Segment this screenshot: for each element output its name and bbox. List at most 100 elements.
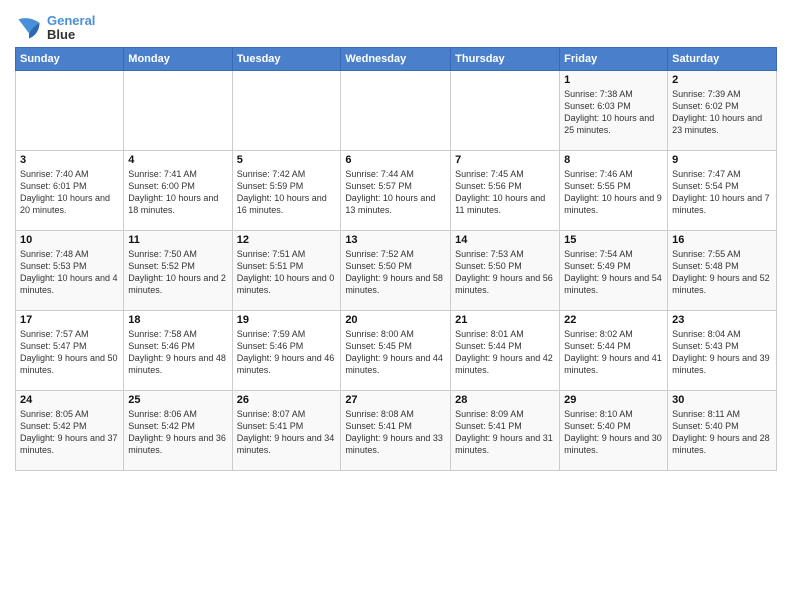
day-number: 7 — [455, 154, 555, 166]
calendar-cell — [232, 70, 341, 150]
calendar-cell: 8 Sunrise: 7:46 AMSunset: 5:55 PMDaylight… — [560, 150, 668, 230]
day-number: 5 — [237, 154, 337, 166]
day-info: Sunrise: 7:51 AMSunset: 5:51 PMDaylight:… — [237, 248, 337, 297]
logo: General Blue — [15, 14, 95, 43]
day-number: 29 — [564, 394, 663, 406]
day-info: Sunrise: 7:54 AMSunset: 5:49 PMDaylight:… — [564, 248, 663, 297]
weekday-header-tuesday: Tuesday — [232, 47, 341, 70]
calendar-cell: 24 Sunrise: 8:05 AMSunset: 5:42 PMDayligh… — [16, 390, 124, 470]
calendar-week-3: 17 Sunrise: 7:57 AMSunset: 5:47 PMDayligh… — [16, 310, 777, 390]
day-number: 11 — [128, 234, 227, 246]
calendar-week-1: 3 Sunrise: 7:40 AMSunset: 6:01 PMDaylight… — [16, 150, 777, 230]
day-info: Sunrise: 7:52 AMSunset: 5:50 PMDaylight:… — [345, 248, 446, 297]
day-info: Sunrise: 8:09 AMSunset: 5:41 PMDaylight:… — [455, 408, 555, 457]
calendar-week-2: 10 Sunrise: 7:48 AMSunset: 5:53 PMDayligh… — [16, 230, 777, 310]
day-number: 15 — [564, 234, 663, 246]
calendar-cell: 27 Sunrise: 8:08 AMSunset: 5:41 PMDayligh… — [341, 390, 451, 470]
day-info: Sunrise: 7:39 AMSunset: 6:02 PMDaylight:… — [672, 88, 772, 137]
calendar-cell: 25 Sunrise: 8:06 AMSunset: 5:42 PMDayligh… — [124, 390, 232, 470]
calendar-cell: 11 Sunrise: 7:50 AMSunset: 5:52 PMDayligh… — [124, 230, 232, 310]
calendar-cell: 5 Sunrise: 7:42 AMSunset: 5:59 PMDaylight… — [232, 150, 341, 230]
day-number: 27 — [345, 394, 446, 406]
calendar-cell: 7 Sunrise: 7:45 AMSunset: 5:56 PMDaylight… — [451, 150, 560, 230]
calendar-cell: 4 Sunrise: 7:41 AMSunset: 6:00 PMDaylight… — [124, 150, 232, 230]
day-info: Sunrise: 7:58 AMSunset: 5:46 PMDaylight:… — [128, 328, 227, 377]
day-info: Sunrise: 8:11 AMSunset: 5:40 PMDaylight:… — [672, 408, 772, 457]
day-info: Sunrise: 8:05 AMSunset: 5:42 PMDaylight:… — [20, 408, 119, 457]
day-number: 1 — [564, 74, 663, 86]
day-info: Sunrise: 8:01 AMSunset: 5:44 PMDaylight:… — [455, 328, 555, 377]
day-number: 20 — [345, 314, 446, 326]
calendar-cell: 28 Sunrise: 8:09 AMSunset: 5:41 PMDayligh… — [451, 390, 560, 470]
calendar-cell: 13 Sunrise: 7:52 AMSunset: 5:50 PMDayligh… — [341, 230, 451, 310]
day-number: 12 — [237, 234, 337, 246]
calendar-cell: 1 Sunrise: 7:38 AMSunset: 6:03 PMDaylight… — [560, 70, 668, 150]
weekday-header-sunday: Sunday — [16, 47, 124, 70]
logo-text: General Blue — [47, 14, 95, 43]
calendar-cell — [16, 70, 124, 150]
day-number: 17 — [20, 314, 119, 326]
day-number: 22 — [564, 314, 663, 326]
calendar-cell: 3 Sunrise: 7:40 AMSunset: 6:01 PMDaylight… — [16, 150, 124, 230]
day-number: 2 — [672, 74, 772, 86]
day-number: 23 — [672, 314, 772, 326]
calendar-cell: 18 Sunrise: 7:58 AMSunset: 5:46 PMDayligh… — [124, 310, 232, 390]
day-info: Sunrise: 8:02 AMSunset: 5:44 PMDaylight:… — [564, 328, 663, 377]
page-container: General Blue SundayMondayTuesdayWednesda… — [0, 0, 792, 481]
day-info: Sunrise: 8:06 AMSunset: 5:42 PMDaylight:… — [128, 408, 227, 457]
calendar-week-4: 24 Sunrise: 8:05 AMSunset: 5:42 PMDayligh… — [16, 390, 777, 470]
calendar-cell: 22 Sunrise: 8:02 AMSunset: 5:44 PMDayligh… — [560, 310, 668, 390]
day-number: 14 — [455, 234, 555, 246]
day-info: Sunrise: 7:48 AMSunset: 5:53 PMDaylight:… — [20, 248, 119, 297]
day-info: Sunrise: 7:59 AMSunset: 5:46 PMDaylight:… — [237, 328, 337, 377]
calendar-cell — [341, 70, 451, 150]
day-number: 16 — [672, 234, 772, 246]
day-number: 4 — [128, 154, 227, 166]
day-info: Sunrise: 7:45 AMSunset: 5:56 PMDaylight:… — [455, 168, 555, 217]
header: General Blue — [15, 10, 777, 43]
day-info: Sunrise: 7:41 AMSunset: 6:00 PMDaylight:… — [128, 168, 227, 217]
day-number: 18 — [128, 314, 227, 326]
day-number: 30 — [672, 394, 772, 406]
day-info: Sunrise: 7:42 AMSunset: 5:59 PMDaylight:… — [237, 168, 337, 217]
calendar-cell: 12 Sunrise: 7:51 AMSunset: 5:51 PMDayligh… — [232, 230, 341, 310]
day-number: 6 — [345, 154, 446, 166]
calendar-cell: 19Sunrise: 7:59 AMSunset: 5:46 PMDayligh… — [232, 310, 341, 390]
weekday-header-wednesday: Wednesday — [341, 47, 451, 70]
day-info: Sunrise: 8:00 AMSunset: 5:45 PMDaylight:… — [345, 328, 446, 377]
day-info: Sunrise: 8:08 AMSunset: 5:41 PMDaylight:… — [345, 408, 446, 457]
day-number: 13 — [345, 234, 446, 246]
day-number: 21 — [455, 314, 555, 326]
day-number: 3 — [20, 154, 119, 166]
day-number: 25 — [128, 394, 227, 406]
calendar: SundayMondayTuesdayWednesdayThursdayFrid… — [15, 47, 777, 471]
day-info: Sunrise: 7:50 AMSunset: 5:52 PMDaylight:… — [128, 248, 227, 297]
calendar-cell: 29 Sunrise: 8:10 AMSunset: 5:40 PMDayligh… — [560, 390, 668, 470]
day-number: 28 — [455, 394, 555, 406]
day-number: 8 — [564, 154, 663, 166]
day-info: Sunrise: 7:40 AMSunset: 6:01 PMDaylight:… — [20, 168, 119, 217]
calendar-body: 1 Sunrise: 7:38 AMSunset: 6:03 PMDaylight… — [16, 70, 777, 470]
calendar-cell: 30 Sunrise: 8:11 AMSunset: 5:40 PMDayligh… — [668, 390, 777, 470]
day-info: Sunrise: 7:46 AMSunset: 5:55 PMDaylight:… — [564, 168, 663, 217]
day-info: Sunrise: 7:44 AMSunset: 5:57 PMDaylight:… — [345, 168, 446, 217]
weekday-row: SundayMondayTuesdayWednesdayThursdayFrid… — [16, 47, 777, 70]
day-info: Sunrise: 8:10 AMSunset: 5:40 PMDaylight:… — [564, 408, 663, 457]
calendar-header: SundayMondayTuesdayWednesdayThursdayFrid… — [16, 47, 777, 70]
logo-icon — [15, 14, 43, 42]
calendar-cell — [124, 70, 232, 150]
day-info: Sunrise: 7:57 AMSunset: 5:47 PMDaylight:… — [20, 328, 119, 377]
calendar-week-0: 1 Sunrise: 7:38 AMSunset: 6:03 PMDaylight… — [16, 70, 777, 150]
calendar-cell: 9Sunrise: 7:47 AMSunset: 5:54 PMDaylight… — [668, 150, 777, 230]
day-number: 10 — [20, 234, 119, 246]
day-info: Sunrise: 7:53 AMSunset: 5:50 PMDaylight:… — [455, 248, 555, 297]
calendar-cell: 26Sunrise: 8:07 AMSunset: 5:41 PMDayligh… — [232, 390, 341, 470]
day-info: Sunrise: 7:55 AMSunset: 5:48 PMDaylight:… — [672, 248, 772, 297]
calendar-cell: 16 Sunrise: 7:55 AMSunset: 5:48 PMDayligh… — [668, 230, 777, 310]
weekday-header-monday: Monday — [124, 47, 232, 70]
day-info: Sunrise: 7:38 AMSunset: 6:03 PMDaylight:… — [564, 88, 663, 137]
calendar-cell — [451, 70, 560, 150]
day-number: 24 — [20, 394, 119, 406]
calendar-cell: 17 Sunrise: 7:57 AMSunset: 5:47 PMDayligh… — [16, 310, 124, 390]
calendar-cell: 21 Sunrise: 8:01 AMSunset: 5:44 PMDayligh… — [451, 310, 560, 390]
